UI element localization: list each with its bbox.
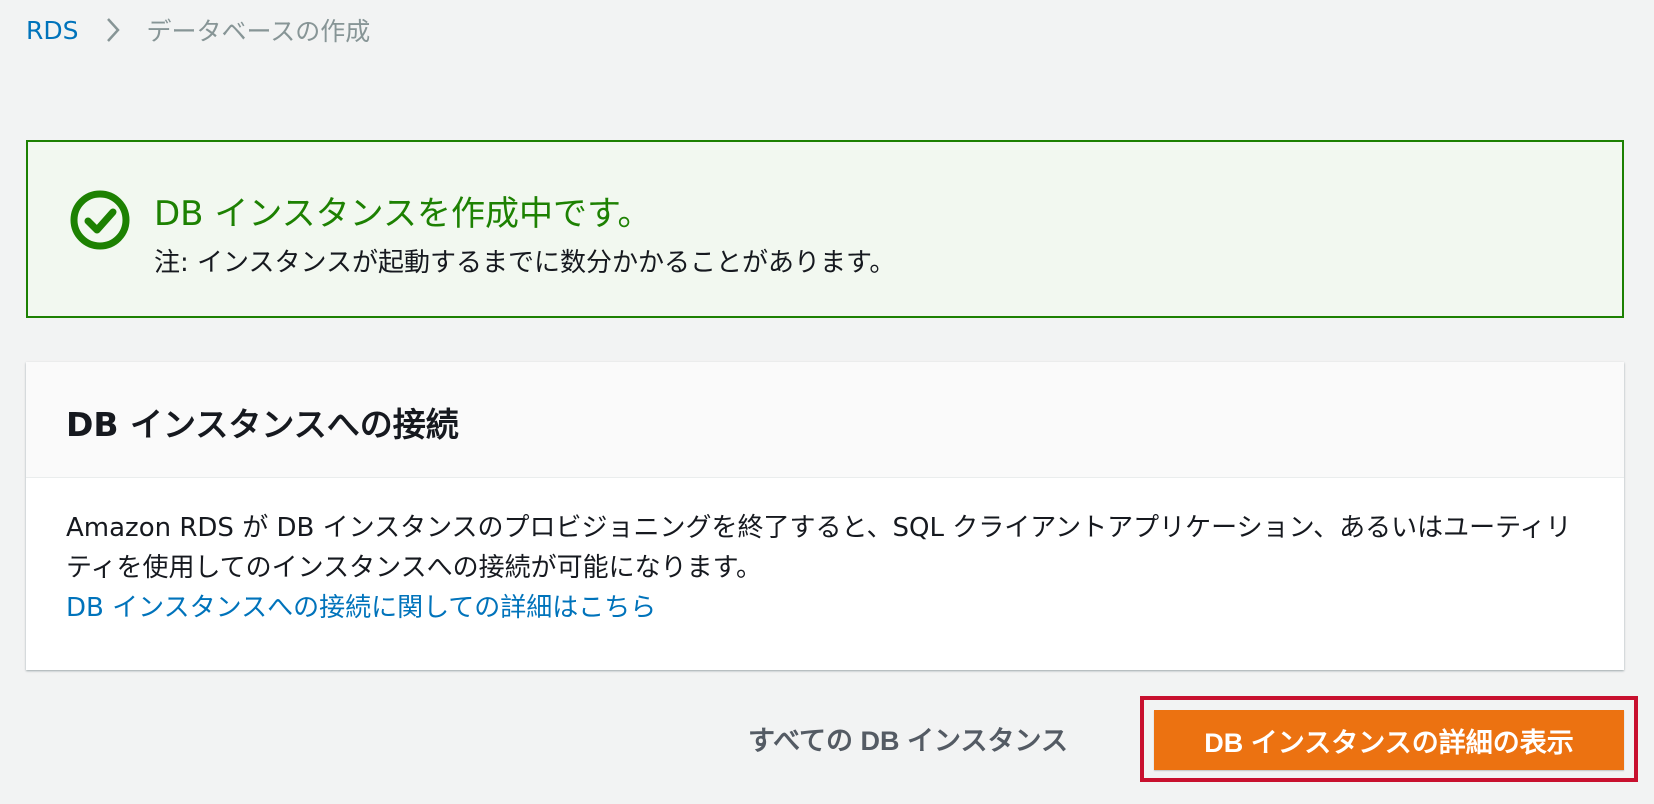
view-instance-details-button[interactable]: DB インスタンスの詳細の表示 — [1154, 710, 1624, 770]
breadcrumb: RDS データベースの作成 — [26, 10, 370, 50]
alert-note: 注: インスタンスが起動するまでに数分かかることがあります。 — [154, 248, 896, 278]
breadcrumb-current: データベースの作成 — [146, 17, 371, 46]
panel-title: DB インスタンスへの接続 — [66, 405, 459, 444]
success-check-icon — [68, 188, 132, 252]
panel-header: DB インスタンスへの接続 — [26, 362, 1624, 478]
connect-panel: DB インスタンスへの接続 Amazon RDS が DB インスタンスのプロビ… — [26, 362, 1624, 670]
chevron-right-icon — [105, 17, 121, 43]
success-alert: DB インスタンスを作成中です。 注: インスタンスが起動するまでに数分かかるこ… — [26, 140, 1624, 318]
panel-body: Amazon RDS が DB インスタンスのプロビジョニングを終了すると、SQ… — [26, 478, 1624, 628]
all-db-instances-button[interactable]: すべての DB インスタンス — [728, 710, 1088, 766]
breadcrumb-rds-link[interactable]: RDS — [26, 16, 79, 45]
panel-description: Amazon RDS が DB インスタンスのプロビジョニングを終了すると、SQ… — [66, 513, 1572, 583]
alert-title: DB インスタンスを作成中です。 — [154, 194, 652, 234]
connect-info-link[interactable]: DB インスタンスへの接続に関しての詳細はこちら — [66, 588, 656, 628]
